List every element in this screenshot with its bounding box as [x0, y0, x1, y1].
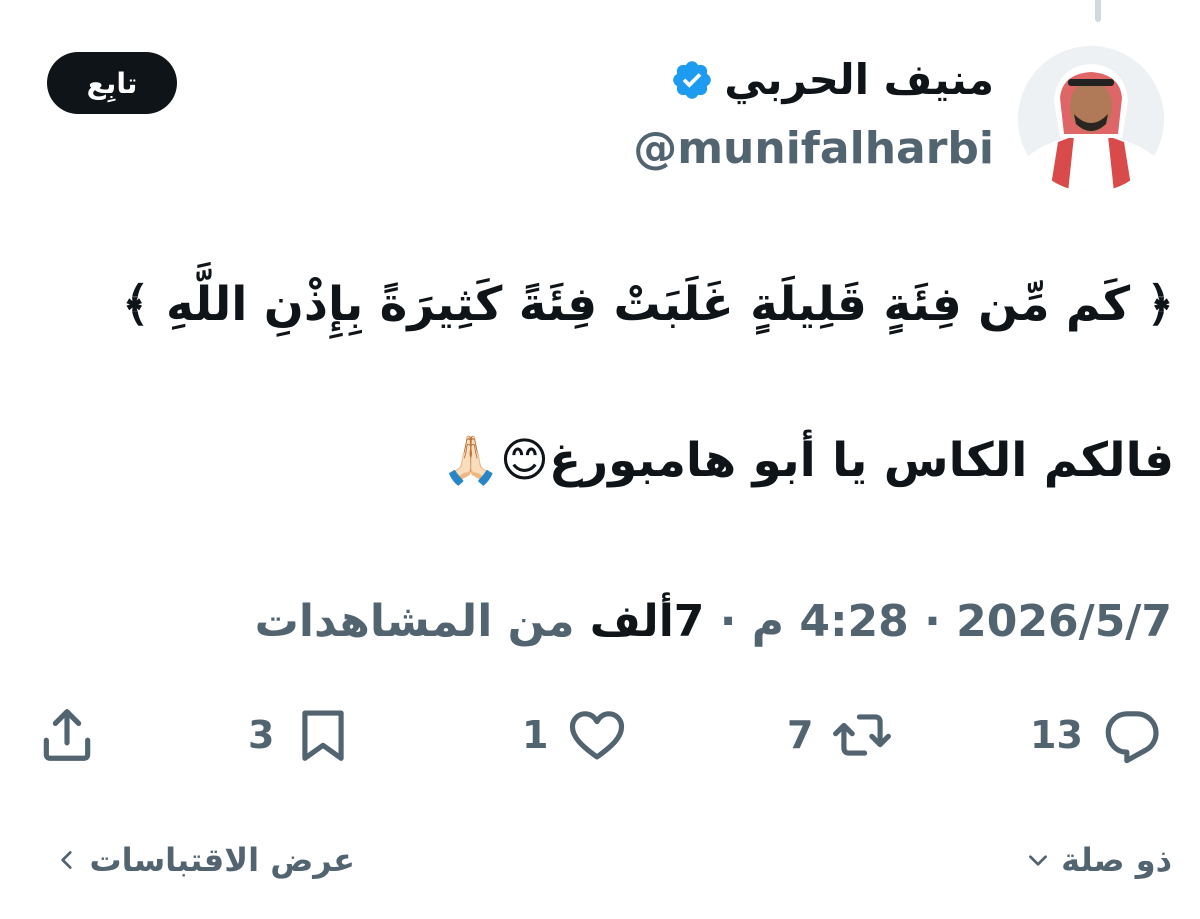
- view-quotes-label: عرض الاقتباسات: [89, 841, 355, 879]
- tweet-date[interactable]: 2026/5/7: [956, 596, 1172, 647]
- chevron-down-icon: [1029, 855, 1048, 866]
- reply-icon: [1105, 711, 1159, 764]
- tweet-text-line-quran: ﴿ كَم مِّن فِئَةٍ قَلِيلَةٍ غَلَبَتْ فِئ…: [122, 277, 1174, 332]
- chevron-left-icon: [60, 851, 72, 869]
- tweet-actions-bar: 13 7 1 3: [0, 700, 1200, 770]
- repost-count: 7: [787, 713, 814, 757]
- repost-icon: [833, 714, 892, 756]
- meta-separator: ·: [908, 596, 957, 647]
- author-display-name[interactable]: منيف الحربي: [724, 54, 994, 106]
- bookmark-icon: [302, 710, 345, 761]
- views-count: 7ألف: [589, 596, 705, 647]
- avatar[interactable]: [1018, 46, 1164, 192]
- verified-badge-icon: [673, 61, 712, 99]
- reply-button[interactable]: 13: [1030, 700, 1163, 770]
- reply-count: 13: [1030, 713, 1083, 757]
- thread-connector-line: [1095, 0, 1101, 22]
- author-name-row: منيف الحربي: [670, 54, 994, 106]
- repost-button[interactable]: 7: [787, 700, 893, 770]
- share-icon: [43, 709, 91, 761]
- follow-button[interactable]: تابِع: [47, 52, 177, 114]
- meta-separator: ·: [704, 596, 752, 647]
- author-handle[interactable]: @munifalharbi: [633, 122, 994, 176]
- relevance-label: ذو صلة: [1061, 841, 1172, 879]
- bookmark-count: 3: [248, 713, 275, 757]
- like-button[interactable]: 1: [522, 700, 628, 770]
- share-button[interactable]: [36, 700, 98, 770]
- tweet-time[interactable]: 4:28 م: [752, 596, 909, 647]
- views-label: من المشاهدات: [254, 596, 590, 647]
- view-quotes-link[interactable]: عرض الاقتباسات: [54, 832, 355, 888]
- tweet-footer: ذو صلة عرض الاقتباسات: [0, 832, 1200, 888]
- like-count: 1: [522, 713, 549, 757]
- relevance-sort-dropdown[interactable]: ذو صلة: [1025, 832, 1172, 888]
- heart-icon: [570, 711, 625, 760]
- tweet-text: ﴿ كَم مِّن فِئَةٍ قَلِيلَةٍ غَلَبَتْ فِئ…: [34, 272, 1174, 494]
- bookmark-button[interactable]: 3: [248, 700, 354, 770]
- tweet-metadata: 2026/5/7 · 4:28 م · 7ألف من المشاهدات: [255, 592, 1172, 652]
- tweet-text-line-comment: فالكم الكاس يا أبو هامبورغ😊🙏🏻: [441, 433, 1175, 488]
